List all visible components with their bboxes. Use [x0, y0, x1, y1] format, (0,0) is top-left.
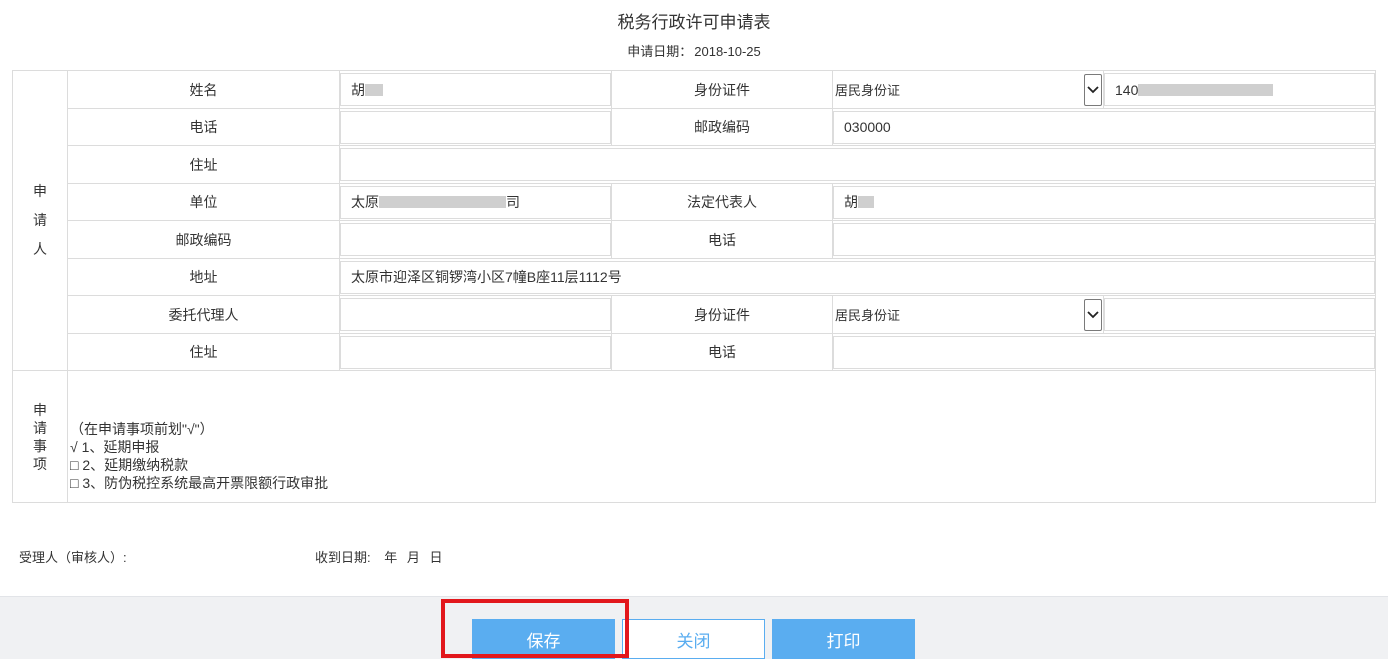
- company-address-label: 地址: [67, 258, 340, 296]
- agent-id-doc-type-select[interactable]: 居民身份证: [833, 297, 1103, 332]
- id-doc-type-select[interactable]: 居民身份证: [833, 72, 1103, 107]
- company-postcode-label: 邮政编码: [67, 220, 340, 259]
- received-date-label: 收到日期:: [315, 550, 371, 565]
- company-postcode-cell: [339, 220, 612, 259]
- agent-id-doc-type-cell: 居民身份证: [832, 295, 1104, 334]
- agent-id-number-cell: [1103, 295, 1376, 334]
- legal-rep-input[interactable]: 胡: [833, 185, 1375, 219]
- page-title: 税务行政许可申请表: [617, 13, 771, 32]
- agent-residence-input[interactable]: [340, 335, 611, 369]
- items-section-label: 申请事项: [12, 370, 68, 503]
- residence-label: 住址: [67, 145, 340, 184]
- agent-label: 委托代理人: [67, 295, 340, 334]
- item-mark: □: [70, 475, 79, 491]
- applicant-section-text: 申请人: [33, 183, 47, 257]
- list-item[interactable]: □ 2、延期缴纳税款: [70, 456, 1375, 474]
- apply-date-value: 2018-10-25: [694, 44, 761, 59]
- redaction-mask: [858, 196, 874, 208]
- phone-cell: [339, 108, 612, 146]
- item-text: 1、延期申报: [81, 439, 160, 455]
- agent-phone-label: 电话: [611, 333, 833, 371]
- residence-input[interactable]: [340, 148, 1375, 181]
- legal-rep-cell: 胡: [832, 183, 1376, 221]
- year-label: 年: [384, 550, 398, 565]
- id-doc-type-value: 居民身份证: [835, 83, 901, 98]
- id-doc-type-cell: 居民身份证: [832, 70, 1104, 109]
- postcode-cell: 030000: [832, 108, 1376, 146]
- id-number-input[interactable]: 140: [1104, 73, 1375, 106]
- chevron-down-icon[interactable]: [1084, 73, 1102, 106]
- phone-input[interactable]: [340, 110, 611, 144]
- item-mark: □: [70, 457, 79, 473]
- item-mark: √: [70, 439, 78, 455]
- unit-input[interactable]: 太原司: [340, 185, 611, 219]
- agent-cell: [339, 295, 612, 334]
- apply-date-label: 申请日期：: [627, 44, 693, 59]
- save-highlight-box: [441, 599, 629, 658]
- application-form: 申请人 姓名 胡 身份证件 居民身份证 140 电话 邮政编码 030000 住…: [12, 70, 1376, 503]
- day-label: 日: [429, 550, 443, 565]
- unit-label: 单位: [67, 183, 340, 221]
- agent-input[interactable]: [340, 298, 611, 331]
- redaction-mask: [1138, 83, 1274, 96]
- company-phone-cell: [832, 220, 1376, 259]
- id-number-cell: 140: [1103, 70, 1376, 109]
- unit-cell: 太原司: [339, 183, 612, 221]
- company-postcode-input[interactable]: [340, 223, 611, 256]
- id-doc-label: 身份证件: [611, 70, 833, 109]
- button-bar: 保存 关闭 打印: [0, 596, 1388, 659]
- apply-date: 申请日期： 2018-10-25: [0, 41, 1388, 60]
- list-item[interactable]: √ 1、延期申报: [70, 438, 1375, 456]
- chevron-down-icon[interactable]: [1084, 298, 1102, 331]
- close-button[interactable]: 关闭: [622, 619, 765, 659]
- redaction-mask: [365, 83, 383, 96]
- agent-phone-cell: [832, 333, 1376, 371]
- company-address-input[interactable]: 太原市迎泽区铜锣湾小区7幢B座11层1112号: [340, 260, 1375, 294]
- list-item[interactable]: □ 3、防伪税控系统最高开票限额行政审批: [70, 474, 1375, 492]
- company-phone-label: 电话: [611, 220, 833, 259]
- legal-rep-label: 法定代表人: [611, 183, 833, 221]
- applicant-section-label: 申请人: [12, 70, 68, 371]
- company-address-cell: 太原市迎泽区铜锣湾小区7幢B座11层1112号: [339, 258, 1376, 296]
- company-phone-input[interactable]: [833, 223, 1375, 256]
- agent-phone-input[interactable]: [833, 335, 1375, 369]
- item-text: 3、防伪税控系统最高开票限额行政审批: [82, 475, 329, 491]
- print-button[interactable]: 打印: [772, 619, 915, 659]
- phone-label: 电话: [67, 108, 340, 146]
- items-instruction: （在申请事项前划"√"）: [70, 421, 214, 437]
- agent-id-doc-label: 身份证件: [611, 295, 833, 334]
- name-label: 姓名: [67, 70, 340, 109]
- postcode-label: 邮政编码: [611, 108, 833, 146]
- agent-id-doc-type-value: 居民身份证: [835, 308, 901, 323]
- receiver-label: 受理人（审核人）:: [19, 550, 127, 565]
- agent-id-number-input[interactable]: [1104, 298, 1375, 331]
- received-date: 收到日期: 年 月 日: [315, 547, 443, 566]
- items-section-text: 申请事项: [33, 401, 47, 472]
- agent-residence-cell: [339, 333, 612, 371]
- postcode-input[interactable]: 030000: [833, 110, 1375, 144]
- agent-residence-label: 住址: [67, 333, 340, 371]
- item-text: 2、延期缴纳税款: [82, 457, 189, 473]
- items-cell: （在申请事项前划"√"） √ 1、延期申报 □ 2、延期缴纳税款 □ 3、防伪税…: [67, 370, 1376, 503]
- residence-cell: [339, 145, 1376, 184]
- redaction-mask: [379, 196, 506, 208]
- month-label: 月: [406, 550, 420, 565]
- name-input[interactable]: 胡: [340, 73, 611, 106]
- name-cell: 胡: [339, 70, 612, 109]
